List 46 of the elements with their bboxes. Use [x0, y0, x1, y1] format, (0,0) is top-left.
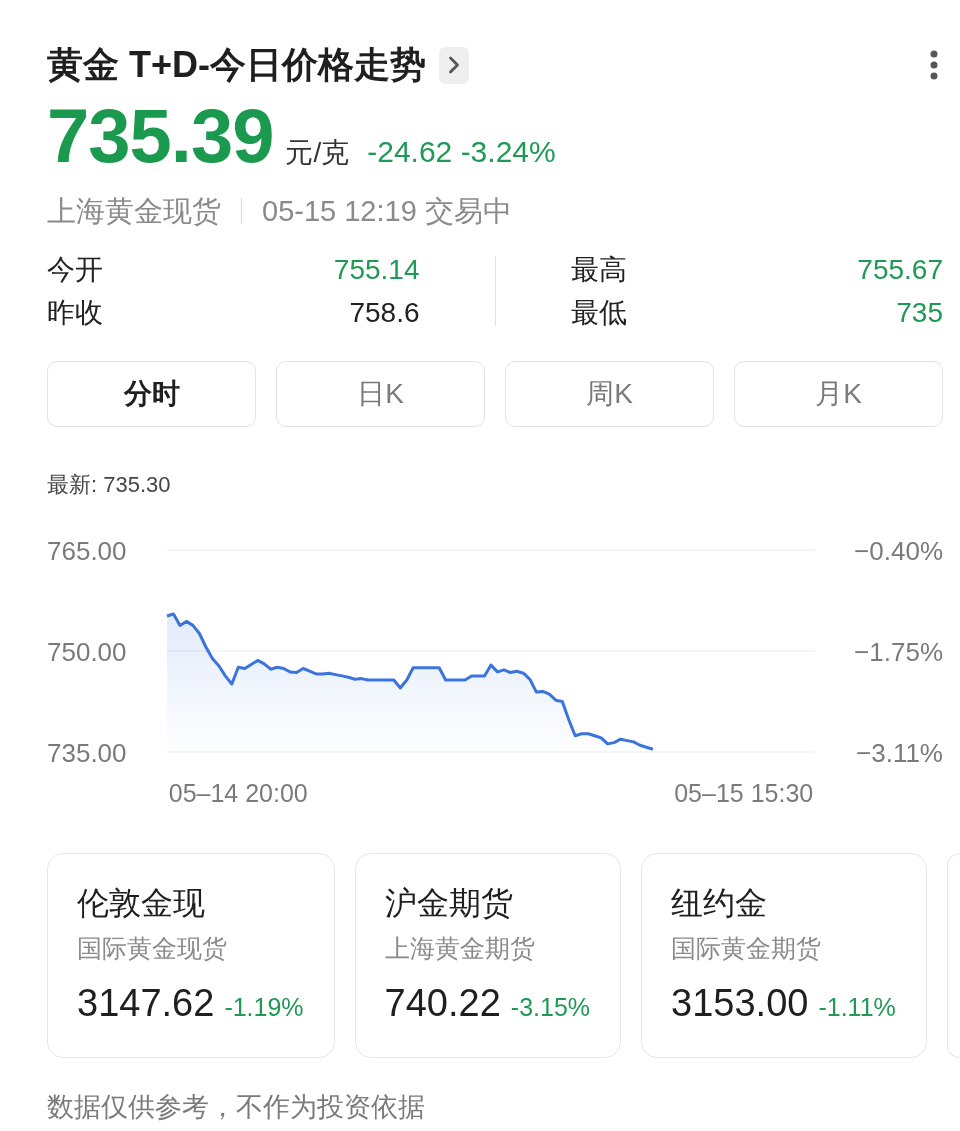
card-change: -3.15% — [510, 992, 591, 1023]
price-unit: 元/克 — [285, 136, 350, 170]
card-subtitle: 国际黄金期货 — [671, 933, 823, 964]
latest-price-label: 最新: 735.30 — [47, 471, 172, 499]
stat-label: 今开 — [47, 253, 103, 287]
card-change: -1.19% — [224, 992, 304, 1023]
market-card[interactable]: 伦敦金现 国际黄金现货 3147.62 -1.19% — [47, 853, 335, 1058]
card-change: -1.11% — [818, 992, 896, 1023]
percent-axis-label: −1.75% — [854, 636, 943, 667]
market-name: 上海黄金现货 — [47, 194, 221, 229]
stat-value: 755.67 — [857, 253, 943, 287]
card-price: 3147.62 — [77, 981, 215, 1026]
more-options-icon[interactable] — [930, 50, 938, 80]
card-title: 伦敦金现 — [77, 884, 206, 923]
card-title: 沪金期货 — [384, 884, 514, 923]
percent-axis-label: −3.11% — [856, 737, 943, 768]
card-subtitle: 上海黄金期货 — [384, 933, 536, 964]
y-axis-label: 750.00 — [47, 636, 127, 667]
period-tab[interactable]: 分时 — [47, 361, 256, 427]
percent-axis-label: −0.40% — [854, 535, 943, 566]
stat-label: 最低 — [570, 296, 627, 330]
stat-label: 昨收 — [47, 296, 103, 330]
period-tab[interactable]: 周K — [505, 361, 714, 427]
stat-label: 最高 — [570, 253, 627, 287]
card-title: 纽约金 — [671, 884, 769, 923]
page-title: 黄金 T+D-今日价格走势 — [47, 43, 426, 87]
price-change: -24.62 -3.24% — [367, 134, 556, 170]
x-axis-label: 05–14 20:00 — [168, 779, 308, 807]
stat-value: 755.14 — [333, 253, 420, 287]
card-subtitle: 国际黄金现货 — [77, 933, 228, 964]
card-price: 740.22 — [384, 981, 501, 1026]
market-card[interactable]: 沪金期货 上海黄金期货 740.22 -3.15% — [354, 853, 622, 1058]
x-axis-label: 05–15 15:30 — [674, 779, 814, 807]
stat-value: 735 — [896, 296, 943, 330]
y-axis-label: 735.00 — [47, 737, 127, 768]
current-price: 735.39 — [47, 96, 274, 176]
trade-time-status: 05-15 12:19 交易中 — [262, 194, 512, 229]
period-tab[interactable]: 日K — [276, 361, 485, 427]
chevron-right-icon — [448, 56, 460, 74]
details-button[interactable] — [439, 46, 469, 84]
card-price: 3153.00 — [671, 981, 809, 1026]
period-tab[interactable]: 月K — [734, 361, 943, 427]
y-axis-label: 765.00 — [47, 535, 127, 566]
stat-value: 758.6 — [349, 296, 420, 330]
market-card[interactable]: 纽约金 国际黄金期货 3153.00 -1.11% — [641, 853, 927, 1058]
disclaimer-text: 数据仅供参考，不作为投资依据 — [47, 1091, 426, 1124]
